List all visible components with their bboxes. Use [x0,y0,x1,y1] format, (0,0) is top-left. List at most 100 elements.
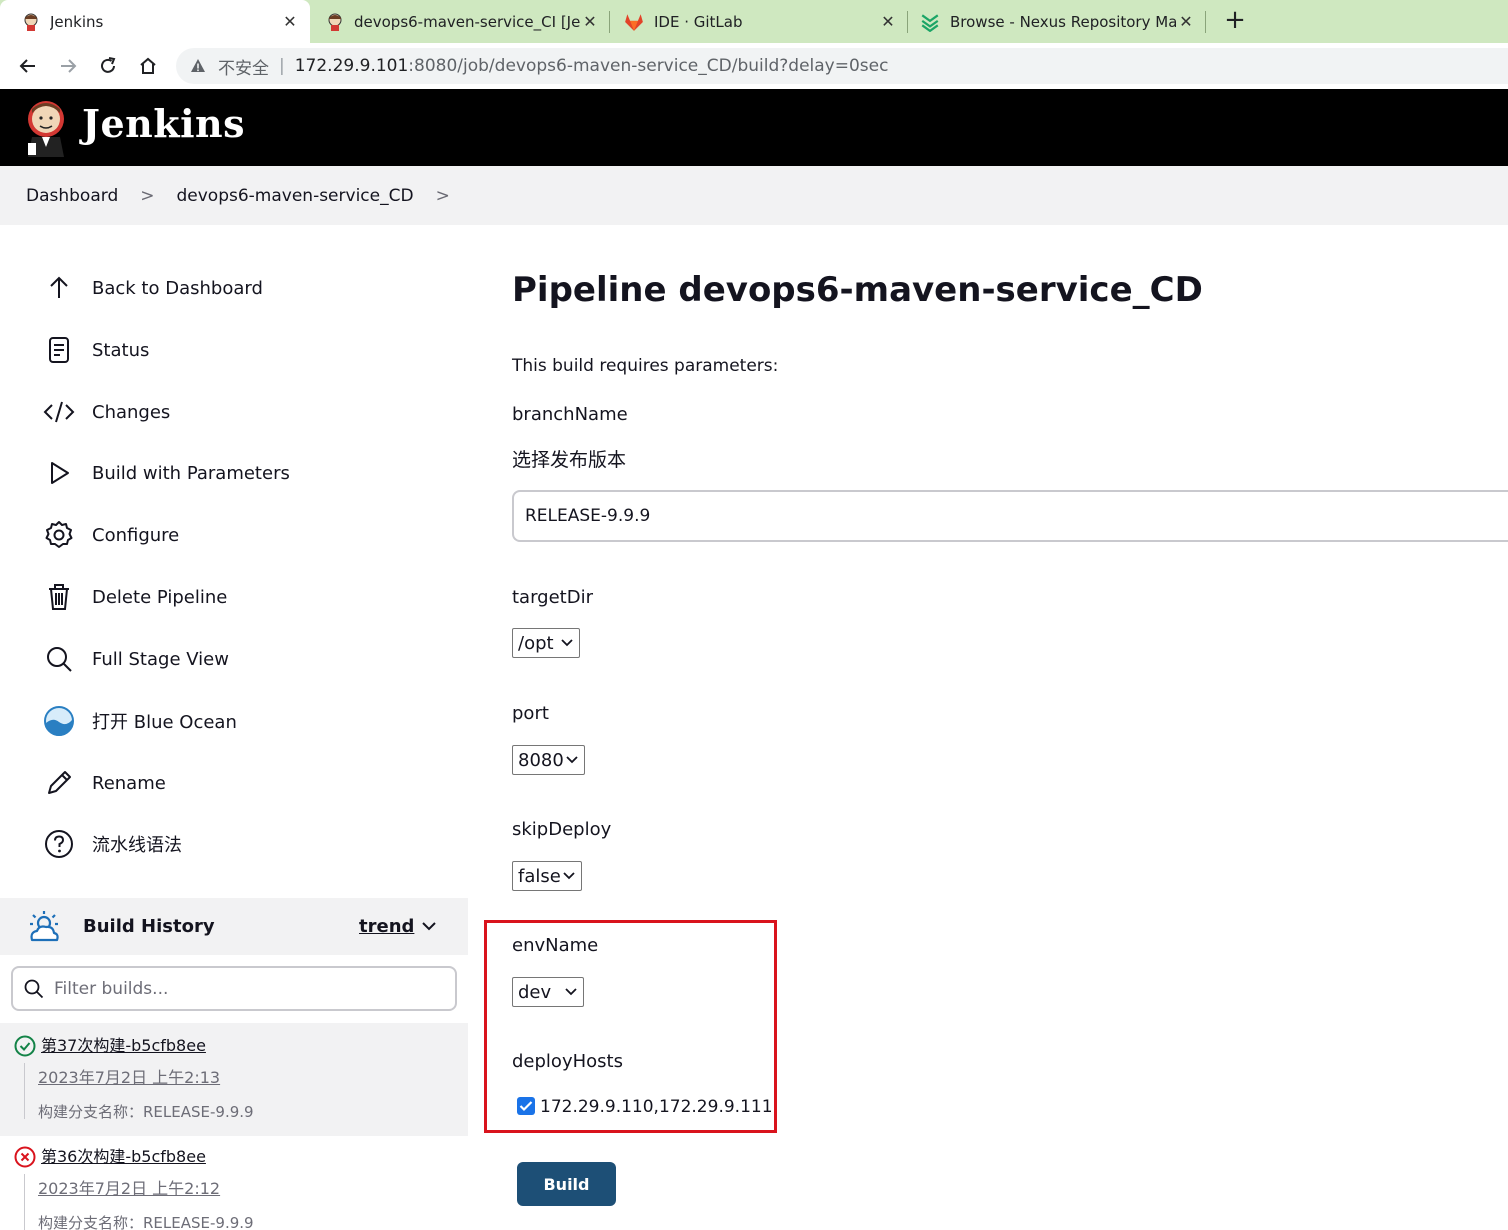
close-icon[interactable]: ✕ [280,12,300,31]
build-description: 构建分支名称：RELEASE-9.9.9 [38,1103,254,1121]
page-title: Pipeline devops6-maven-service_CD [512,270,1203,310]
chevron-down-icon[interactable] [421,920,437,932]
close-icon[interactable]: ✕ [580,12,600,31]
breadcrumb-job[interactable]: devops6-maven-service_CD [176,186,413,206]
param-label-deployhosts: deployHosts [512,1051,623,1072]
browser-tab-ci[interactable]: devops6-maven-service_CI [Je ✕ [310,0,610,43]
jenkins-logo-icon[interactable] [22,97,70,157]
branchname-input[interactable]: RELEASE-9.9.9 [512,490,1508,542]
filter-builds-input[interactable]: Filter builds... [11,966,457,1011]
targetdir-select[interactable]: /opt [512,628,580,658]
blue-ocean-icon [40,702,78,740]
build-name-link[interactable]: 第37次构建-b5cfb8ee [41,1032,206,1056]
port-selected: 8080 [518,749,564,771]
gear-icon [40,516,78,554]
tab-title: IDE · GitLab [654,12,743,31]
filter-placeholder: Filter builds... [54,978,169,999]
port-select[interactable]: 8080 [512,745,585,775]
tab-title: devops6-maven-service_CI [Je [354,12,580,31]
app-title[interactable]: Jenkins [82,101,245,146]
timeline-line [24,1174,25,1230]
sidebar-item-configure[interactable]: Configure [40,515,179,555]
skipdeploy-select[interactable]: false [512,861,582,891]
address-bar[interactable]: 不安全 | 172.29.9.101 :8080/job/devops6-mav… [176,48,1508,84]
param-label-branchname: branchName [512,404,628,425]
url-path: :8080/job/devops6-maven-service_CD/build… [408,56,889,76]
reload-icon [101,57,116,73]
chevron-down-icon [565,988,577,996]
browser-tab-jenkins[interactable]: Jenkins ✕ [0,0,310,43]
close-icon[interactable]: ✕ [1176,12,1196,31]
document-icon [40,331,78,369]
sidebar-item-label: 流水线语法 [92,835,182,856]
search-icon [40,640,78,678]
sidebar-item-label: Full Stage View [92,648,229,670]
url-host: 172.29.9.101 [294,56,409,76]
success-icon [14,1035,36,1057]
tab-title: Jenkins [50,12,104,31]
build-row[interactable]: 第36次构建-b5cfb8ee 2023年7月2日 上午2:12 构建分支名称：… [0,1134,468,1230]
chevron-right-icon[interactable]: > [436,186,450,206]
browser-tab-nexus[interactable]: Browse - Nexus Repository Ma ✕ [908,0,1206,43]
deployhosts-option-label[interactable]: 172.29.9.110,172.29.9.111 [540,1097,773,1117]
nexus-favicon [921,13,939,32]
param-label-targetdir: targetDir [512,587,593,608]
arrow-up-icon [40,269,78,307]
build-name-link[interactable]: 第36次构建-b5cfb8ee [41,1143,206,1167]
params-intro: This build requires parameters: [512,356,779,376]
sidebar-item-label: Status [92,339,150,361]
trend-link[interactable]: trend [359,916,414,937]
sidebar-item-pipeline-syntax[interactable]: 流水线语法 [40,824,182,864]
sidebar-item-label: Changes [92,401,171,423]
build-row[interactable]: 第37次构建-b5cfb8ee 2023年7月2日 上午2:13 构建分支名称：… [0,1023,468,1136]
breadcrumb-dashboard[interactable]: Dashboard [26,186,118,206]
jenkins-favicon [328,13,342,31]
tab-separator [1205,11,1206,33]
pencil-icon [40,764,78,802]
weather-icon [30,911,59,942]
sidebar-item-status[interactable]: Status [40,330,149,370]
help-icon [40,825,78,863]
chevron-down-icon [561,639,573,647]
sidebar-item-label: Rename [92,772,166,794]
chevron-right-icon: > [140,185,155,206]
build-history-header: Build History trend [0,898,468,955]
browser-tab-gitlab[interactable]: IDE · GitLab ✕ [610,0,908,43]
chevron-down-icon [566,756,578,764]
search-icon [24,979,44,998]
sidebar-item-rename[interactable]: Rename [40,763,166,803]
build-date-link[interactable]: 2023年7月2日 上午2:12 [38,1175,220,1199]
failed-icon [14,1146,36,1168]
sidebar-item-label: Configure [92,524,180,546]
envname-selected: dev [518,981,552,1003]
arrow-right-icon [61,59,77,73]
sidebar-item-blue-ocean[interactable]: 打开 Blue Ocean [40,701,237,741]
sidebar-item-back-to-dashboard[interactable]: Back to Dashboard [40,268,263,308]
home-icon [140,57,156,74]
new-tab-button[interactable]: + [1222,6,1248,36]
timeline-line [24,1063,25,1119]
build-button[interactable]: Build [517,1162,616,1206]
envname-select[interactable]: dev [512,977,584,1007]
browser-toolbar: 不安全 | 172.29.9.101 :8080/job/devops6-mav… [0,43,1508,89]
forward-button[interactable] [53,51,83,81]
code-icon [40,393,78,431]
security-label: 不安全 [218,58,269,79]
arrow-left-icon [19,59,35,73]
checkmark-icon [519,1101,533,1112]
close-icon[interactable]: ✕ [878,12,898,31]
sidebar-item-build-with-parameters[interactable]: Build with Parameters [40,453,290,493]
tab-title: Browse - Nexus Repository Ma [950,12,1176,31]
build-history-title: Build History [83,916,215,937]
build-description: 构建分支名称：RELEASE-9.9.9 [38,1214,254,1230]
reload-button[interactable] [93,51,123,81]
sidebar-item-delete-pipeline[interactable]: Delete Pipeline [40,577,227,617]
breadcrumb: Dashboard > devops6-maven-service_CD > [0,166,1508,225]
sidebar-item-changes[interactable]: Changes [40,392,170,432]
home-button[interactable] [133,51,163,81]
sidebar-item-full-stage-view[interactable]: Full Stage View [40,639,229,679]
param-label-envname: envName [512,935,599,956]
build-date-link[interactable]: 2023年7月2日 上午2:13 [38,1064,220,1088]
back-button[interactable] [13,51,43,81]
deployhosts-checkbox[interactable] [517,1097,535,1115]
